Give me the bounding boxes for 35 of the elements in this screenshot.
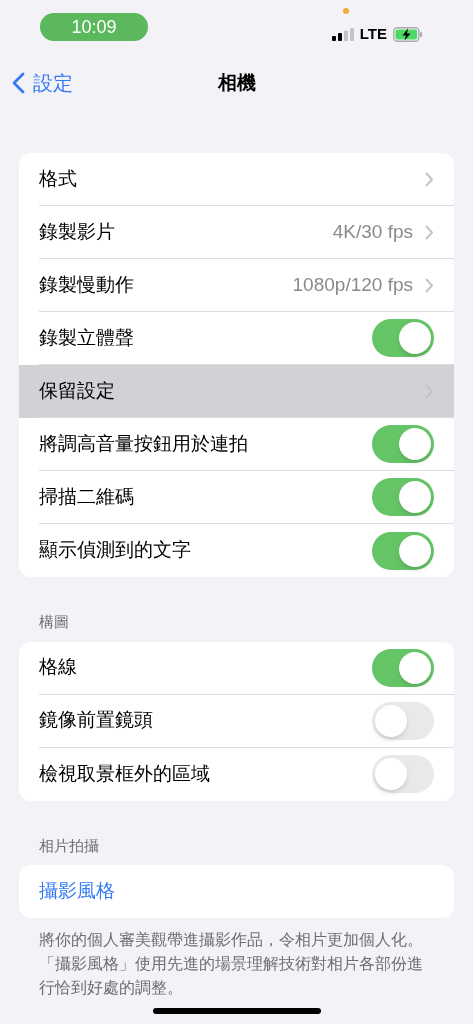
row-label: 掃描二維碼 bbox=[39, 484, 135, 509]
chevron-icon bbox=[425, 171, 434, 187]
signal-icon bbox=[331, 27, 354, 41]
toggle-switch[interactable] bbox=[372, 531, 434, 570]
toggle-switch[interactable] bbox=[372, 425, 434, 463]
time-pill: 10:09 bbox=[40, 13, 148, 41]
settings-row[interactable]: 保留設定 bbox=[19, 365, 454, 418]
toggle-switch[interactable] bbox=[372, 648, 434, 687]
section-header: 構圖 bbox=[38, 612, 70, 632]
chevron-icon bbox=[425, 277, 434, 293]
row-label: 格式 bbox=[39, 166, 78, 191]
row-label: 將調高音量按鈕用於連拍 bbox=[39, 431, 249, 456]
toggle-switch[interactable] bbox=[372, 701, 434, 740]
row-label: 鏡像前置鏡頭 bbox=[39, 708, 154, 733]
toggle-switch[interactable] bbox=[372, 319, 434, 357]
section-footer: 將你的個人審美觀帶進攝影作品，令相片更加個人化。「攝影風格」使用先進的場景理解技術對相片各部份進行恰到好處的調整。 bbox=[19, 918, 429, 1000]
row-label: 錄製慢動作 bbox=[39, 272, 135, 297]
row-label: 錄製影片 bbox=[39, 219, 116, 244]
row-value: 1080p/120 fps bbox=[292, 272, 413, 297]
page-title: 相機 bbox=[217, 70, 256, 95]
row-value: 4K/30 fps bbox=[332, 219, 413, 244]
section-header: 相片拍攝 bbox=[38, 835, 100, 856]
toggle-switch[interactable] bbox=[372, 478, 434, 516]
back-button[interactable]: 設定 bbox=[0, 68, 73, 98]
toggle-switch[interactable] bbox=[372, 755, 434, 793]
network-label: LTE bbox=[359, 24, 387, 44]
back-chevron-icon bbox=[12, 72, 25, 94]
row-label: 格線 bbox=[39, 655, 78, 680]
row-label: 錄製立體聲 bbox=[39, 325, 135, 350]
row-label: 檢視取景框外的區域 bbox=[39, 761, 211, 786]
row-label: 攝影風格 bbox=[39, 879, 116, 904]
row-label: 保留設定 bbox=[39, 378, 116, 403]
battery-charging-icon bbox=[393, 26, 423, 42]
row-label: 顯示偵測到的文字 bbox=[39, 538, 192, 563]
chevron-icon bbox=[425, 224, 434, 240]
